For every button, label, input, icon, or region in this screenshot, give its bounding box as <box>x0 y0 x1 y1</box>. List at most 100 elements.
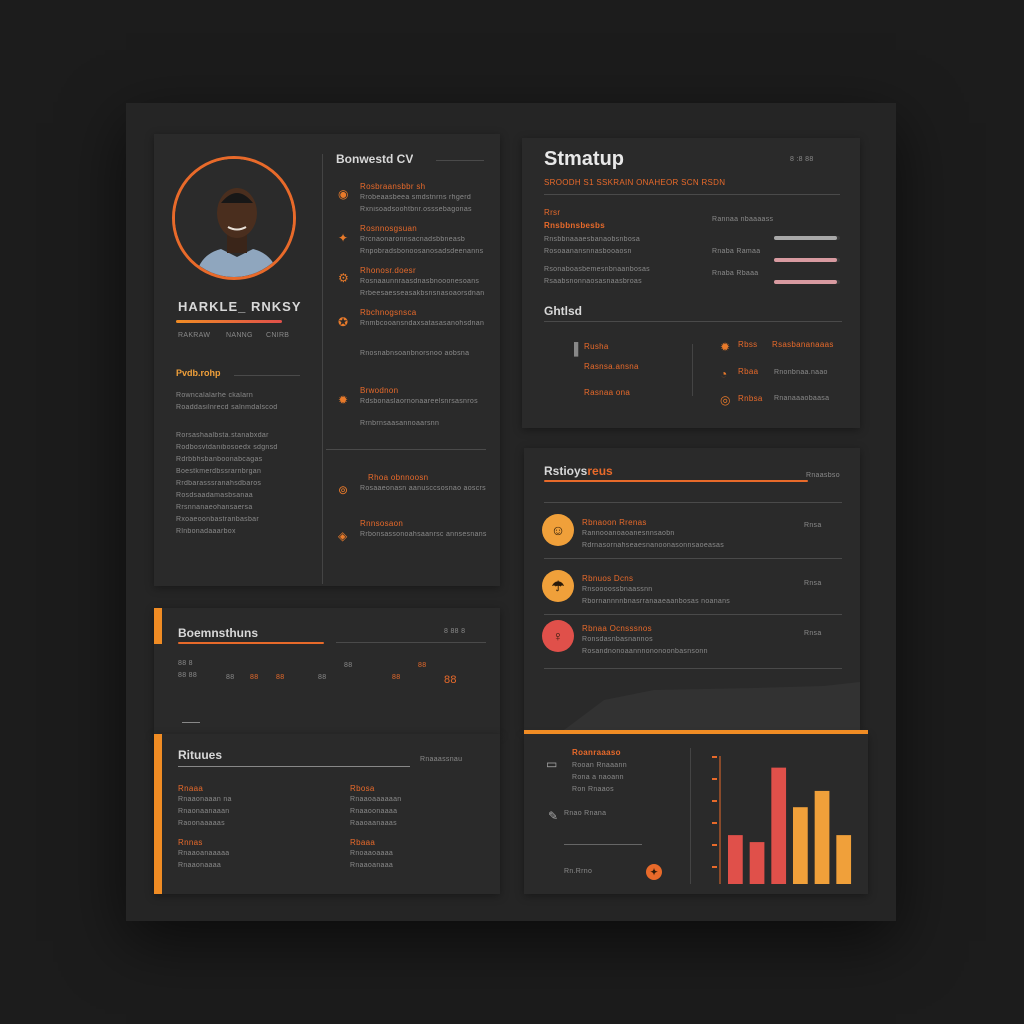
chart-bar <box>836 835 852 884</box>
divider <box>326 449 486 450</box>
y-tick <box>712 800 717 802</box>
divider <box>544 502 842 503</box>
skill-label: Rnaba Rbaaa <box>712 270 759 277</box>
divider <box>178 766 410 767</box>
star-icon: ✦ <box>338 231 349 245</box>
startup-subtitle: SROODH S1 SSKRAIN ONAHEOR SCN RSDN <box>544 178 726 187</box>
smile-icon: ☺ <box>542 514 574 546</box>
text-line: Rnsbbnaaaesbanaobsnbosa <box>544 236 641 243</box>
chart-bar <box>728 835 743 884</box>
bulb-icon: ✹ <box>338 393 349 407</box>
divider <box>544 321 842 322</box>
startup-panel: Stmatup 8 :8 88 SROODH S1 SSKRAIN ONAHEO… <box>522 138 860 428</box>
exhibits-panel: Rstioysreus Rnaasbso ☺ Rbnaoon Rrenas Rn… <box>524 448 860 730</box>
person-name: HARKLE_ RNKSY <box>178 299 302 314</box>
award-icon: ✪ <box>338 315 349 329</box>
y-tick <box>712 822 717 824</box>
timeline-title: Brwodnon <box>360 386 399 395</box>
formations-panel: Boemnsthuns 8 88 8 88 8 88 88 88 88 88 8… <box>154 608 500 734</box>
column-divider <box>322 154 323 584</box>
umbrella-icon: ☂ <box>542 570 574 602</box>
divider <box>336 642 486 643</box>
link-icon: ⊚ <box>338 483 349 497</box>
column-divider <box>690 748 691 884</box>
skill-bar <box>774 280 840 284</box>
chart-bar <box>749 842 765 884</box>
stats-line: Rn.Rrno <box>564 868 593 875</box>
timeline-line: Rnmbcooansndaxsatasasanohsdnan <box>360 320 485 327</box>
item-tag: Rnsa <box>804 580 822 587</box>
item-tag: Rnsa <box>804 630 822 637</box>
text-line: Rosdsaadamasbsanaa <box>176 492 254 499</box>
timeline-line: Rrbeesaesseasakbsnsnasoaorsdnan <box>360 290 485 297</box>
y-tick <box>712 866 717 868</box>
stats-line: Rona a naoann <box>572 774 624 781</box>
grid-cell: 88 <box>250 674 259 681</box>
text-line: Rdrbbhsbanboonabcagas <box>176 456 263 463</box>
text-line: Rrsnnanaeohansaersa <box>176 504 253 511</box>
subtitle-2: NANNG <box>226 332 253 339</box>
timeline-line: Rdsbonaslaornonaareelsnrsasnros <box>360 398 478 405</box>
grid-cell: 88 <box>444 674 457 686</box>
timeline-line: Rnosnabnsoanbnorsnoo aobsna <box>360 350 470 357</box>
stats-line: Rooan Rnaaann <box>572 762 627 769</box>
accent-underline <box>178 642 324 644</box>
ritual-line: Rnaaoanaaaaa <box>178 850 230 857</box>
timeline-title: Rosnnosgsuan <box>360 224 417 233</box>
exhibits-title-accent: reus <box>587 464 613 478</box>
section-title: Ghtlsd <box>544 304 582 318</box>
ritual-line: Rnaaonaaaa <box>178 862 222 869</box>
ritual-title: Rnnas <box>178 838 203 847</box>
item-line: Rbornannnnbnasrranaaeaanbosas noanans <box>582 598 731 605</box>
divider <box>234 375 300 376</box>
person-photo <box>175 159 293 277</box>
item-tag: Rnsa <box>804 522 822 529</box>
ritual-line: Rnaaoonaaaa <box>350 808 398 815</box>
text-line: Rosoaanansnnasbooaosn <box>544 248 632 255</box>
briefcase-icon: ◉ <box>338 187 349 201</box>
badge-icon: ✦ <box>646 864 662 880</box>
rituals-panel: Rituues Rnaaassnau Rnaaa Rnaaonaaan na R… <box>154 734 500 894</box>
startup-title: Stmatup <box>544 148 624 170</box>
rituals-title: Rituues <box>178 748 223 762</box>
item-line: Rannooanoaoanesnnsaobn <box>582 530 675 537</box>
exhibits-title-main: Rstioys <box>544 464 588 478</box>
chart-bar <box>793 807 808 884</box>
timeline-title: Rhonosr.doesr <box>360 266 416 275</box>
y-tick <box>712 778 717 780</box>
timeline-title: Rnnsosaon <box>360 519 404 528</box>
ritual-line: Rnaaoanaaa <box>350 862 394 869</box>
ritual-title: Rbosa <box>350 784 375 793</box>
tag-icon: ◈ <box>338 529 348 543</box>
section-heading: Rnsbbnsbesbs <box>544 221 605 230</box>
stats-line: Ron Rnaaos <box>572 786 614 793</box>
accent-stripe <box>154 734 162 894</box>
text-line: Roaddasilnrecd salnmdalscod <box>176 404 278 411</box>
text-line: Rlnbonadaaarbox <box>176 528 236 535</box>
y-tick <box>712 756 717 758</box>
controls[interactable]: 8 88 8 <box>444 628 465 635</box>
item-line: Rdrnasornahseaesnanoonasonnsaoeasas <box>582 542 725 549</box>
accent-top-line <box>524 730 868 734</box>
cv-heading: Bonwestd CV <box>336 152 414 166</box>
timeline-title: Rbchnogsnsca <box>360 308 417 317</box>
accent-underline <box>544 480 808 482</box>
stats-panel: ▭ Roanraaaso Rooan Rnaaann Rona a naoann… <box>524 730 868 894</box>
skill-label: Rnaba Ramaa <box>712 248 761 255</box>
ritual-line: Rnaonaanaaan <box>178 808 230 815</box>
row-label: 88 88 <box>178 672 198 679</box>
name-underline <box>176 320 282 323</box>
divider <box>544 194 840 195</box>
skill-bar-fill <box>774 280 837 284</box>
timeline-line: Rosaaeonasn aanusccsosnao aoscrs <box>360 485 486 492</box>
timeline-line: Rrnbrnsaasannoaarsnn <box>360 420 440 427</box>
avatar <box>172 156 296 280</box>
text-line: Boestkmerdbssrarnbrgan <box>176 468 262 475</box>
item-title: Rbnaoon Rrenas <box>582 518 647 527</box>
target-icon: ◎ <box>720 393 731 407</box>
formations-title: Boemnsthuns <box>178 626 259 640</box>
skill-bar-fill <box>774 258 837 262</box>
timeline-line: Rrobeaasbeea smdstnrns rhgerd <box>360 194 472 201</box>
accent-stripe <box>154 608 162 644</box>
text-line: Rsonaboasbemesnbnaanbosas <box>544 266 650 273</box>
